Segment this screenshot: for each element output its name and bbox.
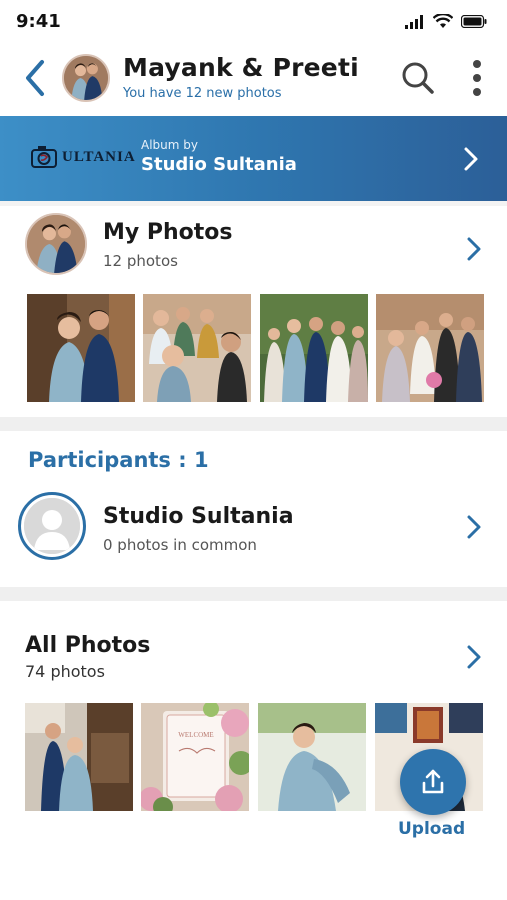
app-header: Mayank & Preeti You have 12 new photos (0, 44, 507, 116)
photo-thumbnail[interactable] (258, 703, 366, 811)
more-vertical-icon (473, 60, 481, 96)
photo-thumbnail[interactable] (376, 294, 484, 402)
participant-avatar (18, 492, 86, 560)
upload-button[interactable] (400, 749, 466, 815)
studio-logo: ULTANIA (30, 144, 136, 170)
page-title: Mayank & Preeti (123, 53, 359, 82)
my-photos-avatar (25, 213, 87, 275)
all-photos-title: All Photos (25, 633, 151, 658)
chevron-right-icon (467, 645, 481, 669)
photo-thumbnail[interactable]: WELCOME (141, 703, 249, 811)
studio-logo-text: ULTANIA (62, 148, 136, 165)
status-icons (405, 14, 487, 29)
couple-photo (64, 56, 108, 100)
back-chevron-icon (26, 60, 44, 96)
participant-common-count: 0 photos in common (103, 536, 257, 554)
more-options-button[interactable] (464, 58, 490, 98)
my-photos-title: My Photos (103, 220, 233, 245)
signal-icon (405, 14, 423, 29)
all-photos-chevron[interactable] (466, 644, 482, 674)
back-button[interactable] (22, 58, 50, 98)
my-photos-chevron (466, 236, 482, 266)
wifi-icon (433, 14, 453, 28)
album-by-label: Album by (141, 138, 198, 152)
couple-seated-photo (25, 703, 133, 811)
divider (0, 417, 507, 431)
participant-name: Studio Sultania (103, 504, 294, 529)
chevron-right-icon (467, 237, 481, 261)
couple-photo (27, 215, 85, 273)
album-avatar[interactable] (62, 54, 110, 102)
upload-label[interactable]: Upload (398, 819, 465, 839)
chevron-right-icon (467, 515, 481, 539)
group-photo (260, 294, 368, 402)
battery-icon (461, 15, 487, 28)
participant-row[interactable]: Studio Sultania 0 photos in common (0, 490, 507, 562)
album-by-banner[interactable]: ULTANIA Album by Studio Sultania (0, 116, 507, 201)
new-photos-subtitle: You have 12 new photos (123, 86, 282, 101)
my-photos-row[interactable]: My Photos 12 photos (0, 206, 507, 286)
bride-portrait-photo (258, 703, 366, 811)
upload-icon (422, 769, 444, 794)
status-bar: 9:41 (0, 0, 507, 44)
family-photo (376, 294, 484, 402)
chevron-right-icon (464, 147, 478, 171)
banner-chevron (463, 146, 479, 176)
search-button[interactable] (398, 58, 438, 98)
svg-text:WELCOME: WELCOME (178, 731, 213, 739)
album-studio-name: Studio Sultania (141, 154, 297, 175)
my-photos-thumbnails (0, 294, 507, 402)
person-placeholder-icon (24, 498, 80, 554)
status-time: 9:41 (16, 11, 61, 32)
search-icon (402, 62, 434, 94)
all-photos-count: 74 photos (25, 662, 105, 681)
ceremony-photo (143, 294, 251, 402)
photo-thumbnail[interactable] (27, 294, 135, 402)
participants-heading: Participants : 1 (28, 448, 209, 472)
my-photos-count: 12 photos (103, 252, 178, 270)
camera-logo-icon (31, 146, 57, 168)
welcome-sign-photo: WELCOME (141, 703, 249, 811)
couple-portrait-photo (27, 294, 135, 402)
photo-thumbnail[interactable] (260, 294, 368, 402)
divider (0, 587, 507, 601)
participant-chevron (466, 514, 482, 544)
photo-thumbnail[interactable] (143, 294, 251, 402)
photo-thumbnail[interactable] (25, 703, 133, 811)
